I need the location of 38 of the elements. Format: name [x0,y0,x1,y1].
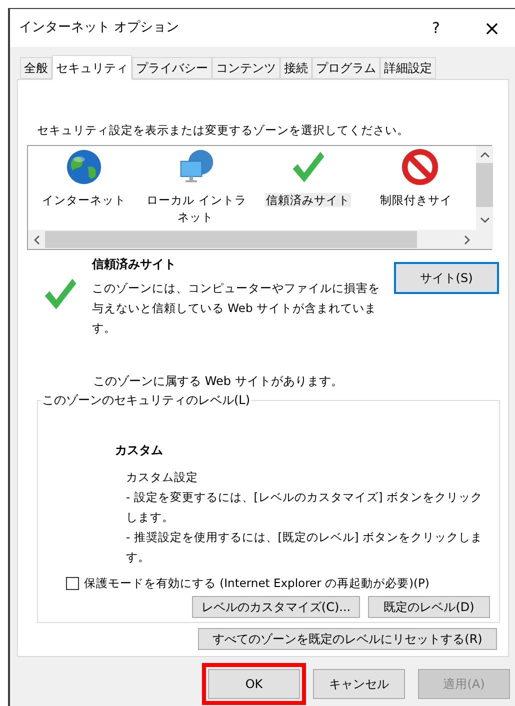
zone-description: このゾーンには、コンピューターやファイルに損害を与えないと信頼している Web サイトが含まれています。 [92,280,382,338]
no-entry-icon [401,148,439,186]
scroll-right-icon[interactable] [464,234,471,245]
instruction-text: セキュリティ設定を表示または変更するゾーンを選択してください。 [37,122,410,139]
cancel-button[interactable]: キャンセル [313,669,405,699]
ok-button[interactable]: OK [208,669,300,699]
globe-icon [65,148,103,186]
zone-item[interactable]: 信頼済みサイト [252,146,364,230]
scroll-left-icon[interactable] [33,234,40,245]
level-name: カスタム [115,442,164,460]
scroll-up-icon[interactable] [480,151,490,158]
customize-level-button[interactable]: レベルのカスタマイズ(C)... [192,596,360,618]
tab[interactable]: コンテンツ [212,57,280,79]
scroll-down-icon[interactable] [480,217,490,224]
help-button[interactable]: ? [421,16,451,40]
level-description-line: - 設定を変更するには、[レベルのカスタマイズ] ボタンをクリックします。 [126,489,484,526]
zone-title: 信頼済みサイト [92,256,178,274]
tab[interactable]: プログラム [312,57,380,79]
tab[interactable]: 詳細設定 [380,57,436,79]
tab[interactable]: 全般 [20,57,52,79]
vertical-scrollbar[interactable] [476,146,493,250]
default-level-button[interactable]: 既定のレベル(D) [368,596,490,618]
zone-item[interactable]: インターネット [28,146,140,230]
zone-item[interactable]: 制限付きサイ [364,146,476,230]
zone-item[interactable]: ローカル イントラネット [140,146,252,230]
zone-note: このゾーンに属する Web サイトがあります。 [93,373,344,390]
level-description-line: - 推奨設定を使用するには、[既定のレベル] ボタンをクリックします。 [126,529,484,566]
checkbox[interactable] [66,577,79,590]
sites-button[interactable]: サイト(S) [394,262,499,294]
tab[interactable]: 接続 [280,57,312,79]
checkbox-label: 保護モードを有効にする (Internet Explorer の再起動が必要)(P) [84,575,430,592]
close-button[interactable]: × [477,13,507,43]
level-description-title: カスタム設定 [126,469,199,486]
tab[interactable]: セキュリティ [52,55,132,80]
reset-zones-button[interactable]: すべてのゾーンを既定のレベルにリセットする(R) [198,628,497,650]
tab[interactable]: プライバシー [132,57,212,79]
window-title: インターネット オプション [19,19,180,38]
horizontal-scrollbar[interactable] [28,230,476,250]
